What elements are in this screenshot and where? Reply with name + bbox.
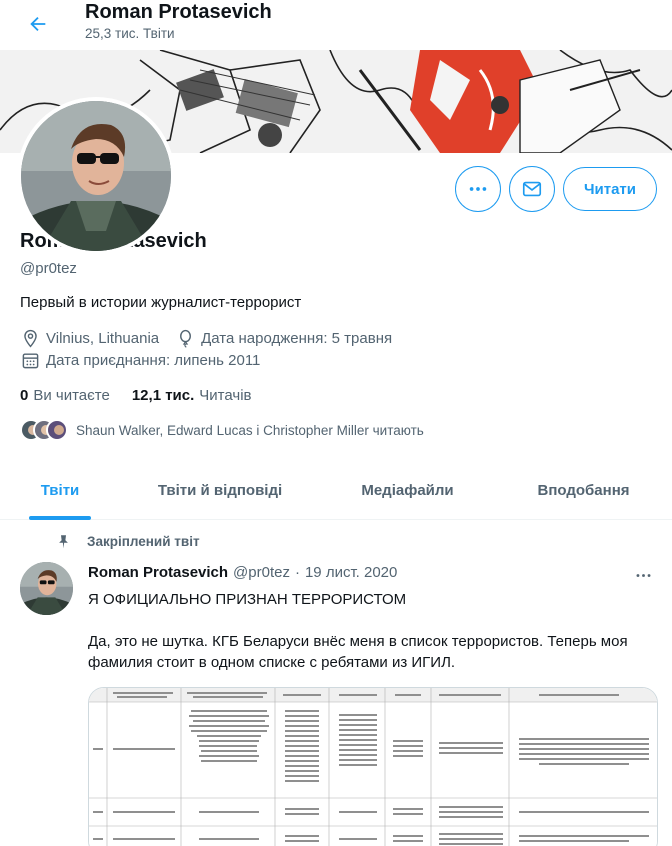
header-profile-name: Roman Protasevich <box>85 1 272 23</box>
balloon-icon <box>175 328 195 348</box>
profile-joined-date: Дата приєднання: липень 2011 <box>46 351 261 369</box>
back-button[interactable] <box>20 6 56 42</box>
profile-handle: @pr0tez <box>20 260 77 277</box>
tab-media[interactable]: Медіафайли <box>320 461 495 520</box>
tab-tweets-replies[interactable]: Твіти й відповіді <box>120 461 320 520</box>
message-button[interactable] <box>509 166 555 212</box>
envelope-icon <box>522 181 542 197</box>
pin-icon <box>56 534 71 549</box>
following-link[interactable]: 0 Ви читаєте <box>20 387 110 404</box>
profile-header-bar: Roman Protasevich 25,3 тис. Твіти <box>0 0 672 50</box>
profile-stats: 0 Ви читаєте 12,1 тис. Читачів <box>20 387 252 404</box>
location-pin-icon <box>20 328 40 348</box>
tab-likes[interactable]: Вподобання <box>495 461 672 520</box>
tweet-header: Roman Protasevich @pr0tez · 19 лист. 202… <box>88 564 397 581</box>
header-tweet-count: 25,3 тис. Твіти <box>85 26 175 41</box>
profile-location: Vilnius, Lithuania <box>46 329 160 347</box>
tweet-text-line-2: Да, это не шутка. КГБ Беларуси внёс меня… <box>88 633 628 671</box>
calendar-icon <box>20 350 40 370</box>
follow-button[interactable]: Читати <box>563 167 657 211</box>
profile-joined-row: Дата приєднання: липень 2011 <box>20 350 260 370</box>
pinned-tweet-indicator: Закріплений твіт <box>56 534 200 549</box>
following-count: 0 <box>20 387 29 404</box>
avatar <box>46 419 68 441</box>
followers-count: 12,1 тис. <box>131 387 195 404</box>
known-followers-text: Shaun Walker, Edward Lucas і Christopher… <box>76 422 424 438</box>
tweet-more-button[interactable] <box>628 560 658 590</box>
pinned-label: Закріплений твіт <box>87 534 200 549</box>
tab-tweets[interactable]: Твіти <box>0 461 120 520</box>
followers-link[interactable]: 12,1 тис. Читачів <box>132 387 252 404</box>
more-horizontal-icon <box>636 573 650 577</box>
profile-meta-row: Vilnius, Lithuania Дата народження: 5 тр… <box>20 328 392 348</box>
tweet-attached-image[interactable] <box>88 687 658 846</box>
known-followers-link[interactable]: Shaun Walker, Edward Lucas і Christopher… <box>20 419 424 441</box>
arrow-left-icon <box>30 16 46 32</box>
tweet-author-handle: @pr0tez <box>233 564 290 581</box>
profile-bio: Первый в истории журналист-террорист <box>20 294 302 311</box>
profile-tabs: Твіти Твіти й відповіді Медіафайли Вподо… <box>0 461 672 520</box>
tweet-separator: · <box>294 564 300 581</box>
profile-birthday: Дата народження: 5 травня <box>201 329 393 347</box>
followers-label: Читачів <box>199 387 252 404</box>
document-scan-picture <box>89 688 657 846</box>
tweet-author-avatar[interactable] <box>20 562 73 615</box>
following-label: Ви читаєте <box>33 387 110 404</box>
tweet-date[interactable]: 19 лист. 2020 <box>305 564 397 581</box>
tweet-author-name[interactable]: Roman Protasevich <box>88 564 228 581</box>
profile-avatar[interactable] <box>17 97 175 255</box>
more-horizontal-icon <box>469 187 487 191</box>
more-options-button[interactable] <box>455 166 501 212</box>
tweet-text-line-1: Я ОФИЦИАЛЬНО ПРИЗНАН ТЕРРОРИСТОМ <box>88 591 407 608</box>
